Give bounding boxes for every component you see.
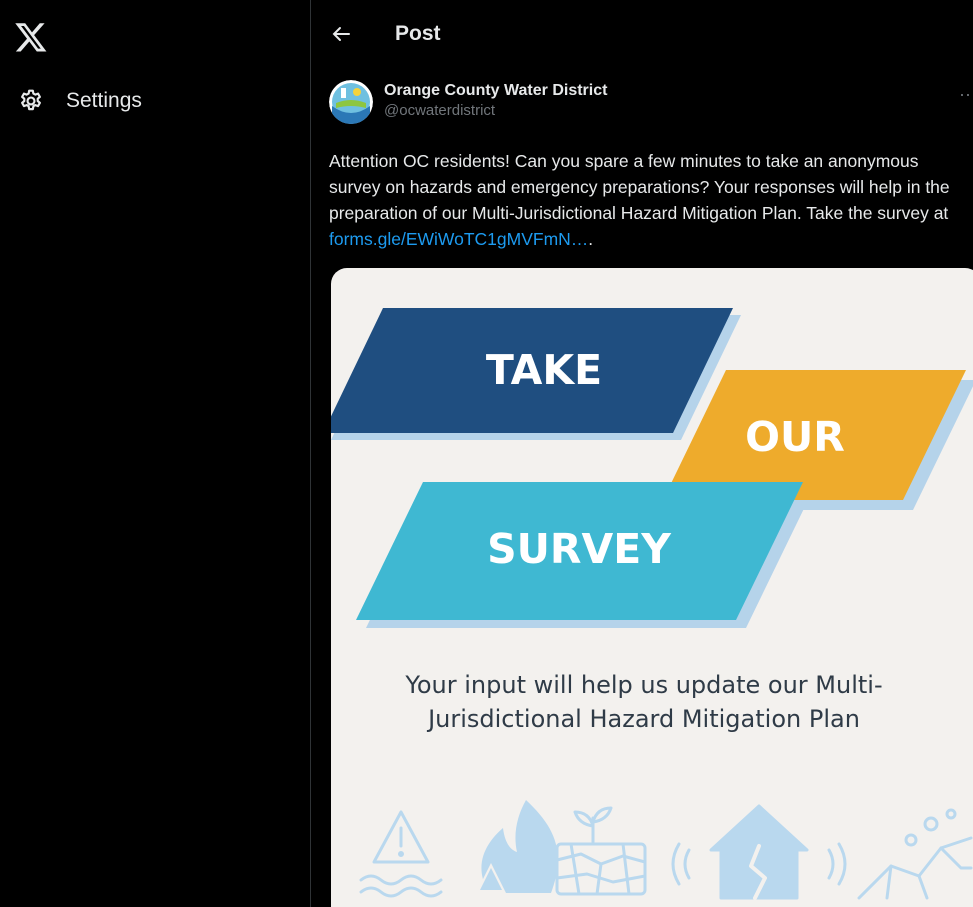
author-name[interactable]: Orange County Water District	[384, 82, 607, 100]
sidebar-item-settings[interactable]: Settings	[18, 88, 142, 114]
arrow-left-icon[interactable]	[329, 22, 353, 46]
image-caption: Your input will help us update our Multi…	[331, 668, 957, 736]
post-text: Attention OC residents! Can you spare a …	[329, 148, 971, 252]
post-image[interactable]: TAKE OUR SURVEY Your input will help us …	[331, 268, 973, 907]
caption-line-2: Jurisdictional Hazard Mitigation Plan	[428, 705, 860, 733]
sidebar-item-label: Settings	[66, 89, 142, 112]
word-survey: SURVEY	[487, 525, 672, 573]
author-handle[interactable]: @ocwaterdistrict	[384, 102, 607, 119]
post-author[interactable]: Orange County Water District @ocwaterdis…	[384, 82, 607, 119]
x-logo-icon[interactable]	[14, 20, 48, 54]
gear-icon	[21, 89, 41, 111]
earthquake-house-icon	[671, 804, 847, 900]
post-header: Post	[311, 0, 973, 70]
post-column: Post Orange County Water District @ocwat…	[311, 0, 973, 907]
more-icon[interactable]: ···	[959, 84, 973, 105]
word-take: TAKE	[486, 346, 602, 394]
post-text-body: Attention OC residents! Can you spare a …	[329, 151, 950, 223]
word-our: OUR	[745, 413, 845, 461]
caption-line-1: Your input will help us update our Multi…	[405, 671, 883, 699]
sidebar: Settings	[0, 0, 310, 907]
post-text-suffix: .	[588, 229, 594, 249]
landslide-icon	[857, 808, 973, 900]
page-title: Post	[395, 22, 441, 45]
avatar[interactable]	[329, 80, 373, 124]
survey-link[interactable]: forms.gle/EWiWoTC1gMVFmN…	[329, 229, 588, 249]
drought-icon	[555, 806, 647, 896]
wildfire-icon	[476, 800, 558, 893]
warning-flood-icon	[359, 810, 443, 898]
